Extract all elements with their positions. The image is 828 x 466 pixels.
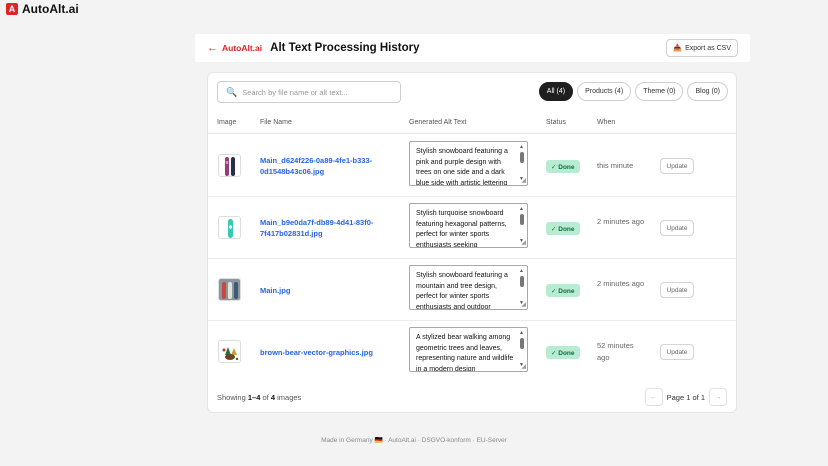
update-button[interactable]: Update (660, 344, 694, 360)
history-card: 🔍 All (4) Products (4) Theme (0) Blog (0… (207, 72, 737, 413)
column-alt-text: Generated Alt Text (409, 119, 467, 126)
arrow-left-icon: ← (207, 41, 218, 54)
product-thumbnail (218, 154, 241, 177)
file-name-link[interactable]: Main_b9e0da7f-db89-4d41-83f0-7f417b02831… (260, 217, 390, 239)
product-thumbnail (218, 278, 241, 301)
next-page-button[interactable]: → (709, 388, 727, 406)
resize-handle-icon[interactable]: ◢ (521, 364, 526, 370)
filter-blog[interactable]: Blog (0) (687, 82, 728, 101)
status-badge: ✓ Done (546, 222, 580, 235)
scroll-up-icon[interactable]: ▲ (519, 268, 524, 274)
filter-chips: All (4) Products (4) Theme (0) Blog (0) (538, 82, 728, 101)
back-link[interactable]: ← AutoAlt.ai (207, 41, 263, 54)
filter-theme[interactable]: Theme (0) (635, 82, 684, 101)
table-header: Image File Name Generated Alt Text Statu… (208, 112, 736, 134)
column-when: When (597, 119, 616, 126)
status-badge: ✓ Done (546, 346, 580, 359)
update-button[interactable]: Update (660, 282, 694, 298)
column-status: Status (546, 119, 566, 126)
alt-text-area[interactable]: Stylish turquoise snowboard featuring he… (409, 203, 528, 248)
scroll-handle[interactable] (520, 152, 524, 163)
resize-handle-icon[interactable]: ◢ (521, 302, 526, 308)
search-icon: 🔍 (226, 86, 238, 97)
app-name: AutoAlt.ai (22, 2, 79, 16)
scroll-up-icon[interactable]: ▲ (519, 330, 524, 336)
scroll-handle[interactable] (520, 276, 524, 287)
back-link-label: AutoAlt.ai (222, 43, 263, 53)
update-button[interactable]: Update (660, 220, 694, 236)
showing-of: of (262, 393, 269, 402)
page-indicator: Page 1 of 1 (666, 392, 705, 402)
product-thumbnail (218, 340, 241, 363)
scroll-up-icon[interactable]: ▲ (519, 206, 524, 212)
update-button[interactable]: Update (660, 158, 694, 174)
app-logo[interactable]: A AutoAlt.ai (0, 0, 79, 18)
file-name-link[interactable]: Main_d624f226-0a89-4fe1-b333-0d1548b43c0… (260, 155, 390, 177)
scroll-handle[interactable] (520, 338, 524, 349)
prev-page-button[interactable]: ← (644, 388, 663, 406)
pagination: ← Page 1 of 1 → (644, 388, 727, 406)
table-row: Main_b9e0da7f-db89-4d41-83f0-7f417b02831… (208, 197, 736, 259)
file-name-link[interactable]: brown-bear-vector-graphics.jpg (260, 347, 390, 358)
export-csv-label: Export as CSV (685, 44, 731, 52)
when-text: this minute (597, 161, 634, 170)
table-row: Main_d624f226-0a89-4fe1-b333-0d1548b43c0… (208, 135, 736, 197)
inbox-tray-icon: 📥 (673, 45, 683, 52)
when-text: 2 minutes ago (597, 279, 645, 288)
results-count: Showing 1–4 of 4 images (217, 393, 301, 402)
alt-text-value: Stylish turquoise snowboard featuring he… (416, 210, 507, 248)
alt-text-value: A stylized bear walking among geometric … (416, 334, 514, 372)
alt-text-value: Stylish snowboard featuring a mountain a… (416, 272, 508, 310)
status-badge: ✓ Done (546, 160, 580, 173)
showing-prefix: Showing (217, 393, 246, 402)
showing-suffix: images (277, 393, 302, 402)
resize-handle-icon[interactable]: ◢ (521, 178, 526, 184)
status-badge: ✓ Done (546, 284, 580, 297)
logo-icon: A (6, 3, 18, 15)
table-row: brown-bear-vector-graphics.jpg A stylize… (208, 321, 736, 383)
showing-total: 4 (270, 393, 276, 402)
page-title: Alt Text Processing History (270, 42, 420, 54)
filter-products[interactable]: Products (4) (577, 82, 632, 101)
file-name-link[interactable]: Main.jpg (260, 285, 390, 296)
page-footer: Made in Germany 🇩🇪 · AutoAlt.ai · DSGVO-… (321, 437, 507, 444)
when-text: 2 minutes ago (597, 217, 645, 226)
export-csv-button[interactable]: 📥 Export as CSV (666, 39, 738, 57)
scroll-up-icon[interactable]: ▲ (519, 144, 524, 150)
resize-handle-icon[interactable]: ◢ (521, 240, 526, 246)
table-row: Main.jpg Stylish snowboard featuring a m… (208, 259, 736, 321)
product-thumbnail (218, 216, 241, 239)
alt-text-value: Stylish snowboard featuring a pink and p… (416, 148, 508, 186)
alt-text-area[interactable]: Stylish snowboard featuring a mountain a… (409, 265, 528, 310)
filter-all[interactable]: All (4) (538, 82, 574, 101)
column-image: Image (217, 119, 237, 126)
page-header: ← AutoAlt.ai Alt Text Processing History… (195, 34, 750, 62)
search-input[interactable] (242, 87, 393, 97)
column-file-name: File Name (260, 119, 292, 126)
alt-text-area[interactable]: A stylized bear walking among geometric … (409, 327, 528, 372)
search-box[interactable]: 🔍 (217, 81, 401, 103)
showing-range: 1–4 (247, 393, 261, 402)
when-text: 52 minutes ago (597, 341, 634, 362)
alt-text-area[interactable]: Stylish snowboard featuring a pink and p… (409, 141, 528, 186)
scroll-handle[interactable] (520, 214, 524, 225)
